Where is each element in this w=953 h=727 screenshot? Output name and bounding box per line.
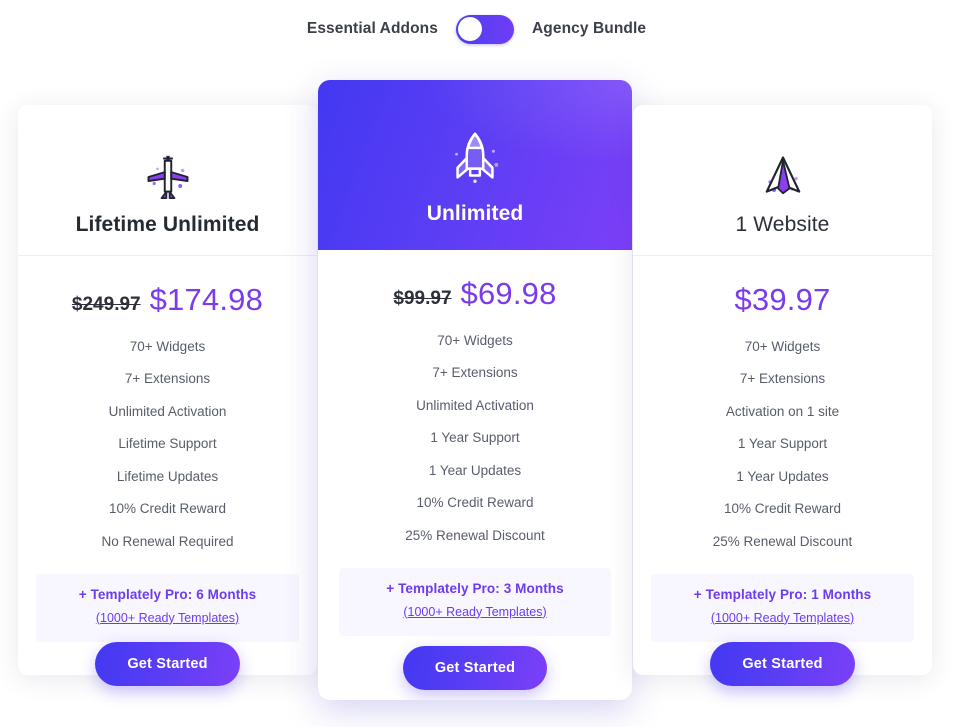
toggle-label-right: Agency Bundle	[531, 20, 647, 37]
cta-container: Get Started	[633, 641, 932, 686]
price-original: $99.97	[393, 288, 452, 309]
plan-name: Unlimited	[426, 202, 524, 225]
price-original: $249.97	[71, 294, 141, 315]
plan-name: 1 Website	[735, 213, 830, 236]
cta-container: Get Started	[318, 636, 632, 701]
feature-item: 25% Renewal Discount	[405, 527, 545, 543]
toggle-knob	[458, 17, 483, 41]
pricing-card-unlimited[interactable]: Unlimited $99.97 $69.98 70+ Widgets 7+ E…	[318, 80, 632, 700]
price-current: $69.98	[460, 276, 557, 311]
promo-title: + Templately Pro: 3 Months	[386, 580, 564, 596]
feature-list: 70+ Widgets 7+ Extensions Unlimited Acti…	[318, 316, 632, 552]
feature-item: 25% Renewal Discount	[712, 533, 853, 549]
billing-toggle-bar: Essential Addons Agency Bundle	[0, 0, 953, 58]
feature-list: 70+ Widgets 7+ Extensions Unlimited Acti…	[18, 322, 317, 558]
feature-item: No Renewal Required	[101, 533, 234, 549]
price-row: $249.97 $174.98	[72, 256, 263, 322]
feature-item: Lifetime Support	[118, 436, 217, 451]
feature-item: 1 Year Updates	[736, 468, 829, 484]
promo-title: + Templately Pro: 1 Months	[693, 586, 872, 602]
feature-item: 10% Credit Reward	[416, 495, 534, 510]
feature-item: 1 Year Updates	[428, 462, 522, 478]
ready-templates-link[interactable]: (1000+ Ready Templates)	[711, 611, 854, 625]
promo-title: + Templately Pro: 6 Months	[78, 586, 257, 602]
price-row: $99.97 $69.98	[393, 250, 556, 316]
feature-item: 70+ Widgets	[437, 332, 513, 348]
price-row: $39.97	[734, 256, 830, 322]
feature-item: 7+ Extensions	[432, 365, 518, 380]
feature-item: 1 Year Support	[430, 430, 520, 445]
feature-item: 10% Credit Reward	[108, 501, 227, 516]
pricing-cards: Lifetime Unlimited $249.97 $174.98 70+ W…	[0, 58, 953, 727]
plan-toggle-switch[interactable]	[455, 14, 514, 44]
feature-item: Activation on 1 site	[725, 403, 840, 419]
cta-container: Get Started	[18, 641, 317, 686]
get-started-button[interactable]: Get Started	[95, 641, 240, 686]
card-header: 1 Website	[633, 105, 932, 256]
feature-list: 70+ Widgets 7+ Extensions Activation on …	[633, 322, 932, 558]
feature-item: 70+ Widgets	[744, 338, 821, 354]
get-started-button[interactable]: Get Started	[710, 641, 855, 686]
get-started-button[interactable]: Get Started	[402, 645, 548, 690]
rocket-icon	[444, 126, 506, 192]
pricing-card-one-website[interactable]: 1 Website $39.97 70+ Widgets 7+ Extensio…	[633, 105, 932, 686]
feature-item: 7+ Extensions	[739, 371, 826, 386]
feature-item: 70+ Widgets	[129, 338, 206, 354]
price-current: $174.98	[149, 282, 264, 317]
templately-promo-box: + Templately Pro: 3 Months (1000+ Ready …	[339, 567, 611, 636]
templately-promo-box: + Templately Pro: 6 Months (1000+ Ready …	[36, 573, 299, 642]
feature-item: Unlimited Activation	[108, 403, 227, 419]
paper-plane-icon	[757, 147, 809, 203]
pricing-card-lifetime-unlimited[interactable]: Lifetime Unlimited $249.97 $174.98 70+ W…	[18, 105, 317, 686]
feature-item: Unlimited Activation	[416, 397, 534, 413]
ready-templates-link[interactable]: (1000+ Ready Templates)	[403, 605, 546, 619]
feature-item: Lifetime Updates	[116, 468, 219, 484]
card-header-featured: Unlimited	[318, 80, 632, 250]
feature-item: 7+ Extensions	[124, 371, 211, 386]
card-header: Lifetime Unlimited	[18, 105, 317, 256]
ready-templates-link[interactable]: (1000+ Ready Templates)	[96, 611, 239, 625]
price-current: $39.97	[734, 282, 831, 317]
toggle-label-left: Essential Addons	[306, 20, 438, 37]
airplane-icon	[142, 147, 194, 203]
feature-item: 10% Credit Reward	[723, 501, 842, 516]
templately-promo-box: + Templately Pro: 1 Months (1000+ Ready …	[651, 573, 914, 642]
plan-name: Lifetime Unlimited	[75, 213, 260, 236]
feature-item: 1 Year Support	[737, 436, 828, 451]
